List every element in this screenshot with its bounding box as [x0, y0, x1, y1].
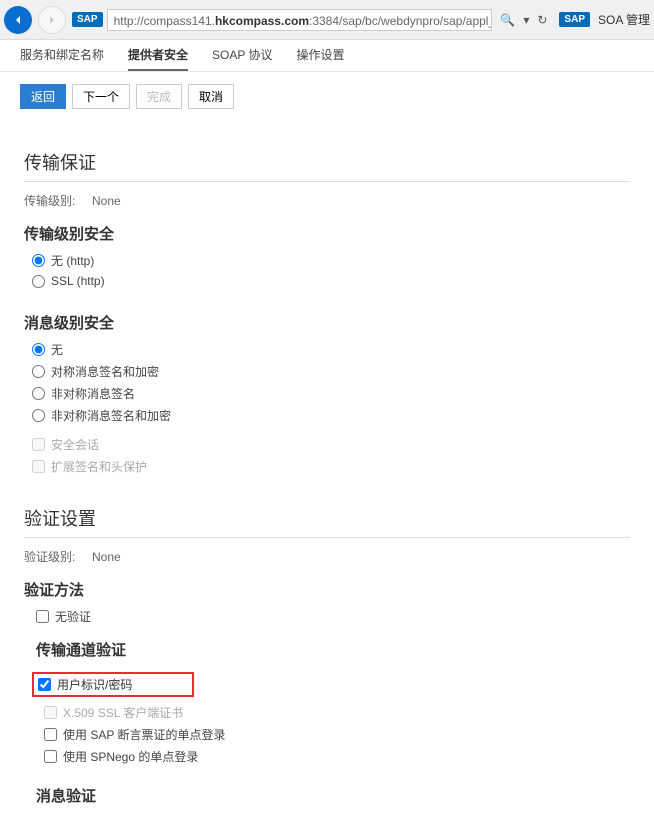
tab-provider-security[interactable]: 提供者安全 [128, 46, 188, 71]
highlight-user-password: 用户标识/密码 [32, 672, 194, 697]
sap-badge: SAP [72, 12, 103, 27]
dropdown-icon[interactable]: ▾ [523, 13, 529, 27]
app-title: SAP SOA 管理 [555, 11, 650, 28]
tab-service-binding[interactable]: 服务和绑定名称 [20, 46, 104, 71]
check-x509: X.509 SSL 客户端证书 [44, 704, 630, 721]
arrow-left-icon [10, 12, 26, 28]
radio-asymmetric-sign-encrypt[interactable]: 非对称消息签名和加密 [32, 407, 630, 424]
radio-none-http[interactable]: 无 (http) [32, 252, 630, 269]
search-icon[interactable]: 🔍 [500, 13, 515, 27]
auth-level-label: 验证级别: [24, 548, 92, 565]
radio-msg-none[interactable]: 无 [32, 341, 630, 358]
check-secure-session: 安全会话 [32, 436, 630, 453]
check-spnego-sso[interactable]: 使用 SPNego 的单点登录 [44, 748, 630, 765]
section-transmission-guarantee: 传输保证 [24, 149, 630, 182]
subsection-transport-channel-auth: 传输通道验证 [36, 639, 630, 660]
radio-asymmetric-sign[interactable]: 非对称消息签名 [32, 385, 630, 402]
check-no-auth[interactable]: 无验证 [36, 608, 630, 625]
browser-forward-button[interactable] [38, 6, 66, 34]
next-button[interactable]: 下一个 [72, 84, 130, 109]
cancel-button[interactable]: 取消 [188, 84, 234, 109]
back-button[interactable]: 返回 [20, 84, 66, 109]
subsection-transmission-security: 传输级别安全 [24, 223, 630, 244]
subsection-auth-method: 验证方法 [24, 579, 630, 600]
subsection-message-auth: 消息验证 [36, 785, 630, 806]
section-auth-settings: 验证设置 [24, 505, 630, 538]
subsection-message-security: 消息级别安全 [24, 312, 630, 333]
radio-ssl-http[interactable]: SSL (http) [32, 274, 630, 288]
check-user-password[interactable] [38, 678, 51, 691]
check-sap-sso[interactable]: 使用 SAP 断言票证的单点登录 [44, 726, 630, 743]
radio-symmetric[interactable]: 对称消息签名和加密 [32, 363, 630, 380]
url-bar[interactable]: http://compass141.hkcompass.com:3384/sap… [107, 9, 493, 31]
refresh-icon[interactable]: ↻ [537, 13, 547, 27]
finish-button: 完成 [136, 84, 182, 109]
arrow-right-icon [45, 13, 59, 27]
browser-back-button[interactable] [4, 6, 32, 34]
check-extended-sign: 扩展签名和头保护 [32, 458, 630, 475]
transmission-level-value: None [92, 194, 121, 208]
tab-soap-protocol[interactable]: SOAP 协议 [212, 46, 272, 71]
auth-level-value: None [92, 550, 121, 564]
transmission-level-label: 传输级别: [24, 192, 92, 209]
tab-operation-settings[interactable]: 操作设置 [297, 46, 345, 71]
